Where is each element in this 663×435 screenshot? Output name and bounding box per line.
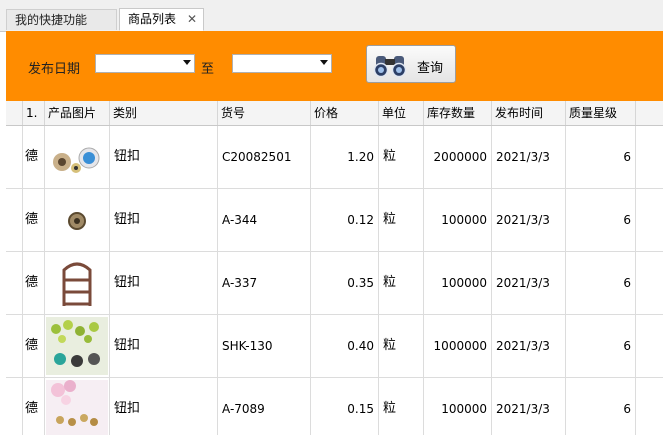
tab-label: 商品列表: [128, 12, 177, 26]
query-button[interactable]: 查询: [366, 45, 456, 83]
row-indicator[interactable]: [6, 378, 23, 435]
product-grid: 1. 产品图片 类别 货号 价格 单位 库存数量 发布时间 质量星级 德 钮扣 …: [6, 101, 663, 435]
button-product-image: [68, 212, 86, 230]
col-header-price[interactable]: 价格: [311, 101, 379, 125]
end-date-select[interactable]: [232, 54, 332, 73]
sku-cell: SHK-130: [218, 315, 311, 377]
mark-cell: 德: [23, 252, 45, 314]
price-cell: 0.12: [311, 189, 379, 251]
sku-cell: A-7089: [218, 378, 311, 435]
grid-header: 1. 产品图片 类别 货号 价格 单位 库存数量 发布时间 质量星级: [6, 101, 663, 126]
table-row[interactable]: 德 钮扣 A-7089 0.15 粒 100000 2021/3/3 6: [6, 378, 663, 435]
col-header-sku[interactable]: 货号: [218, 101, 311, 125]
button-product-image: [46, 317, 108, 375]
stock-cell: 100000: [424, 252, 492, 314]
row-indicator[interactable]: [6, 252, 23, 314]
row-indicator[interactable]: [6, 315, 23, 377]
table-row[interactable]: 德 钮扣 C20082501 1.20 粒 2000000 2021/3/3 6: [6, 126, 663, 189]
row-indicator-header: [6, 101, 23, 125]
sku-cell: A-337: [218, 252, 311, 314]
date-label: 发布日期: [28, 62, 81, 77]
price-cell: 0.15: [311, 378, 379, 435]
table-row[interactable]: 德 钮扣 A-337 0.35 粒 100000 2021/3/3 6: [6, 252, 663, 315]
date-cell: 2021/3/3: [492, 126, 566, 188]
tab-bar: 我的快捷功能 商品列表 ✕: [0, 0, 663, 32]
unit-cell: 粒: [379, 189, 424, 251]
col-header-stars[interactable]: 质量星级: [566, 101, 636, 125]
date-cell: 2021/3/3: [492, 315, 566, 377]
price-cell: 0.40: [311, 315, 379, 377]
sku-cell: A-344: [218, 189, 311, 251]
unit-cell: 粒: [379, 315, 424, 377]
row-indicator[interactable]: [6, 189, 23, 251]
col-header-unit[interactable]: 单位: [379, 101, 424, 125]
category-cell: 钮扣: [110, 252, 218, 314]
button-product-image: [53, 147, 100, 173]
col-header-index[interactable]: 1.: [23, 101, 45, 125]
tab-product-list[interactable]: 商品列表 ✕: [119, 8, 204, 31]
col-header-date[interactable]: 发布时间: [492, 101, 566, 125]
category-cell: 钮扣: [110, 315, 218, 377]
table-row[interactable]: 德 钮扣 SHK-130 0.40 粒 1000000 2021/3/3 6: [6, 315, 663, 378]
query-button-label: 查询: [417, 61, 444, 76]
category-cell: 钮扣: [110, 126, 218, 188]
chevron-down-icon[interactable]: [320, 60, 328, 65]
close-icon[interactable]: ✕: [187, 9, 197, 30]
table-row[interactable]: 德 钮扣 A-344 0.12 粒 100000 2021/3/3 6: [6, 189, 663, 252]
stock-cell: 1000000: [424, 315, 492, 377]
unit-cell: 粒: [379, 126, 424, 188]
unit-cell: 粒: [379, 378, 424, 435]
mark-cell: 德: [23, 126, 45, 188]
date-cell: 2021/3/3: [492, 252, 566, 314]
col-header-stock[interactable]: 库存数量: [424, 101, 492, 125]
stock-cell: 100000: [424, 378, 492, 435]
mark-cell: 德: [23, 315, 45, 377]
stock-cell: 2000000: [424, 126, 492, 188]
price-cell: 0.35: [311, 252, 379, 314]
stars-cell: 6: [566, 378, 636, 435]
col-header-category[interactable]: 类别: [110, 101, 218, 125]
price-cell: 1.20: [311, 126, 379, 188]
tab-quick-functions[interactable]: 我的快捷功能: [6, 9, 117, 30]
category-cell: 钮扣: [110, 378, 218, 435]
date-cell: 2021/3/3: [492, 378, 566, 435]
search-panel: 发布日期 至 查询: [6, 31, 663, 101]
button-product-image: [62, 262, 92, 306]
date-cell: 2021/3/3: [492, 189, 566, 251]
mark-cell: 德: [23, 189, 45, 251]
stock-cell: 100000: [424, 189, 492, 251]
col-header-image[interactable]: 产品图片: [45, 101, 110, 125]
stars-cell: 6: [566, 189, 636, 251]
sku-cell: C20082501: [218, 126, 311, 188]
start-date-select[interactable]: [95, 54, 195, 73]
stars-cell: 6: [566, 252, 636, 314]
tab-label: 我的快捷功能: [15, 13, 88, 27]
binoculars-icon: [373, 56, 407, 78]
stars-cell: 6: [566, 315, 636, 377]
mark-cell: 德: [23, 378, 45, 435]
button-product-image: [46, 380, 108, 435]
category-cell: 钮扣: [110, 189, 218, 251]
to-label: 至: [201, 62, 215, 77]
stars-cell: 6: [566, 126, 636, 188]
row-indicator[interactable]: [6, 126, 23, 188]
chevron-down-icon[interactable]: [183, 60, 191, 65]
unit-cell: 粒: [379, 252, 424, 314]
